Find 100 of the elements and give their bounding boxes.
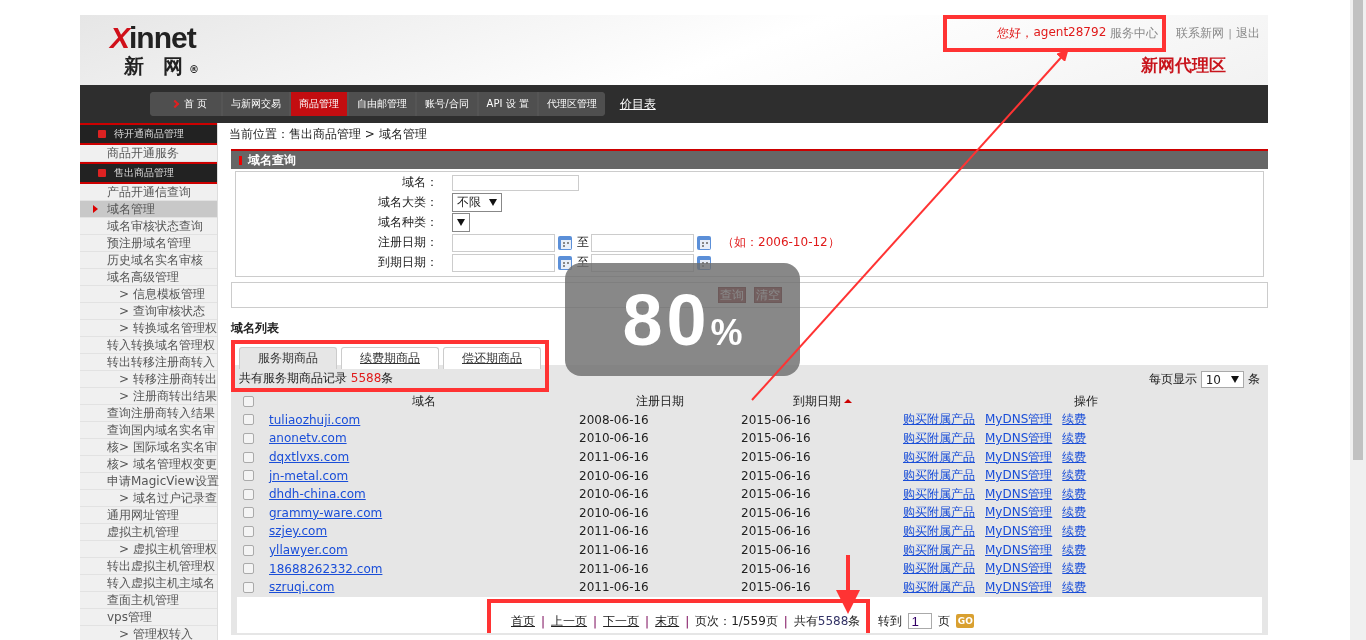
calendar-icon[interactable] xyxy=(557,233,575,252)
domain-link[interactable]: szruqi.com xyxy=(269,580,335,595)
nav-tab[interactable]: 账号/合同 xyxy=(417,92,477,116)
sidebar-item[interactable]: 域名审核状态查询 xyxy=(80,218,217,235)
dropdown[interactable]: 不限 xyxy=(452,193,502,212)
action-link[interactable]: MyDNS管理 xyxy=(985,430,1053,447)
nav-tab[interactable]: 代理区管理 xyxy=(538,92,605,116)
action-link[interactable]: 购买附属产品 xyxy=(903,504,975,522)
sidebar-item[interactable]: 申请MagicView设置 xyxy=(80,473,217,490)
action-link[interactable]: MyDNS管理 xyxy=(985,560,1053,578)
action-link[interactable]: 续费 xyxy=(1062,541,1087,559)
pager-link[interactable]: 上一页 xyxy=(551,613,588,631)
sidebar-item[interactable]: > 信息模板管理 xyxy=(80,286,217,303)
sidebar-item[interactable]: 核> 域名管理权变更 xyxy=(80,456,217,473)
domain-link[interactable]: anonetv.com xyxy=(269,431,347,446)
column-header[interactable]: 到期日期 xyxy=(792,392,841,410)
domain-link[interactable]: yllawyer.com xyxy=(269,543,348,558)
action-link[interactable]: 续费 xyxy=(1062,504,1087,522)
scrollbar-thumb[interactable] xyxy=(1353,0,1363,460)
sidebar-section-header[interactable]: 售出商品管理 xyxy=(80,162,217,184)
domain-link[interactable]: grammy-ware.com xyxy=(269,505,383,520)
action-link[interactable]: 购买附属产品 xyxy=(903,485,975,503)
date-input[interactable] xyxy=(452,253,555,272)
action-link[interactable]: 购买附属产品 xyxy=(903,578,975,596)
sidebar-item[interactable]: 核> 国际域名实名审 xyxy=(80,439,217,456)
sidebar-item[interactable]: > 虚拟主机管理权 xyxy=(80,541,217,558)
row-checkbox[interactable] xyxy=(243,581,254,593)
nav-tab[interactable]: API 设 置 xyxy=(478,92,537,116)
action-link[interactable]: MyDNS管理 xyxy=(985,467,1053,485)
pager-link[interactable]: 末页 xyxy=(655,613,680,631)
pager-link[interactable]: 首页 xyxy=(511,613,535,631)
sidebar-item[interactable]: 历史域名实名审核 xyxy=(80,252,217,269)
dropdown[interactable] xyxy=(452,213,470,232)
action-link[interactable]: MyDNS管理 xyxy=(985,578,1053,596)
row-checkbox[interactable] xyxy=(243,488,254,500)
list-tab[interactable]: 续费期商品 xyxy=(341,347,439,369)
row-checkbox[interactable] xyxy=(243,451,254,463)
action-link[interactable]: 续费 xyxy=(1062,522,1087,540)
sidebar-item[interactable]: 预注册域名管理 xyxy=(80,235,217,252)
row-checkbox[interactable] xyxy=(243,525,254,537)
action-link[interactable]: 续费 xyxy=(1062,411,1087,429)
action-link[interactable]: 续费 xyxy=(1062,430,1087,447)
price-list-link[interactable]: 价目表 xyxy=(619,95,656,113)
action-link[interactable]: 续费 xyxy=(1062,578,1087,596)
pager-link[interactable]: 下一页 xyxy=(603,613,640,631)
sidebar-item[interactable]: > 转移注册商转出 xyxy=(80,371,217,388)
sidebar-section-header[interactable]: 待开通商品管理 xyxy=(80,123,217,145)
sidebar-item[interactable]: > 管理权转入 xyxy=(80,626,217,640)
row-checkbox[interactable] xyxy=(243,507,254,519)
sidebar-item[interactable]: vps管理 xyxy=(80,609,217,626)
action-link[interactable]: MyDNS管理 xyxy=(985,522,1053,540)
domain-link[interactable]: tuliaozhuji.com xyxy=(269,412,361,427)
action-link[interactable]: 续费 xyxy=(1062,467,1087,485)
action-link[interactable]: 续费 xyxy=(1062,560,1087,578)
action-link[interactable]: 购买附属产品 xyxy=(903,467,975,485)
domain-link[interactable]: dqxtlvxs.com xyxy=(269,450,350,465)
row-checkbox[interactable] xyxy=(243,433,254,444)
action-link[interactable]: MyDNS管理 xyxy=(985,541,1053,559)
action-link[interactable]: 购买附属产品 xyxy=(903,541,975,559)
sidebar-item[interactable]: 查询注册商转入结果 xyxy=(80,405,217,422)
sidebar-item[interactable]: 转出转移注册商转入 xyxy=(80,354,217,371)
action-link[interactable]: MyDNS管理 xyxy=(985,411,1053,429)
sidebar-item[interactable]: 转出虚拟主机管理权 xyxy=(80,558,217,575)
sidebar-item[interactable]: 域名高级管理 xyxy=(80,269,217,286)
row-checkbox[interactable] xyxy=(243,563,254,575)
nav-tab[interactable]: 商品管理 xyxy=(291,92,348,116)
page-input[interactable]: 1 xyxy=(908,613,933,630)
domain-link[interactable]: dhdh-china.com xyxy=(269,487,366,502)
sidebar-item[interactable]: > 域名过户记录查 xyxy=(80,490,217,507)
per-page-dropdown[interactable]: 10 xyxy=(1200,371,1244,388)
domain-link[interactable]: 18688262332.com xyxy=(269,561,383,576)
header-link[interactable]: 服务中心 xyxy=(1110,25,1159,42)
sidebar-item[interactable]: 转入转换域名管理权 xyxy=(80,337,217,354)
domain-link[interactable]: szjey.com xyxy=(269,524,328,539)
action-link[interactable]: MyDNS管理 xyxy=(985,448,1053,466)
action-link[interactable]: 购买附属产品 xyxy=(903,560,975,578)
list-tab[interactable]: 偿还期商品 xyxy=(443,347,541,369)
select-all-checkbox[interactable] xyxy=(243,395,254,407)
action-link[interactable]: 续费 xyxy=(1062,448,1087,466)
header-link[interactable]: 联系新网 xyxy=(1176,25,1225,42)
sidebar-item[interactable]: 转入虚拟主机主域名 xyxy=(80,575,217,592)
nav-tab[interactable]: 与新网交易 xyxy=(223,92,290,116)
sort-up-icon[interactable] xyxy=(843,399,852,404)
calendar-icon[interactable] xyxy=(557,253,575,272)
action-link[interactable]: 购买附属产品 xyxy=(903,522,975,540)
calendar-icon[interactable] xyxy=(696,233,714,252)
sidebar-item[interactable]: 域名管理 xyxy=(80,201,217,218)
date-input[interactable] xyxy=(452,233,555,252)
sidebar-item[interactable]: 通用网址管理 xyxy=(80,507,217,524)
nav-tab[interactable]: 自由邮管理 xyxy=(349,92,416,116)
domain-input[interactable] xyxy=(452,174,579,191)
sidebar-item[interactable]: > 转换域名管理权 xyxy=(80,320,217,337)
action-link[interactable]: MyDNS管理 xyxy=(985,504,1053,522)
action-link[interactable]: 续费 xyxy=(1062,485,1087,503)
domain-link[interactable]: jn-metal.com xyxy=(269,468,349,483)
sidebar-item[interactable]: 查面主机管理 xyxy=(80,592,217,609)
sidebar-item[interactable]: > 注册商转出结果 xyxy=(80,388,217,405)
row-checkbox[interactable] xyxy=(243,544,254,556)
action-link[interactable]: 购买附属产品 xyxy=(903,411,975,429)
sidebar-item[interactable]: 查询国内域名实名审 xyxy=(80,422,217,439)
